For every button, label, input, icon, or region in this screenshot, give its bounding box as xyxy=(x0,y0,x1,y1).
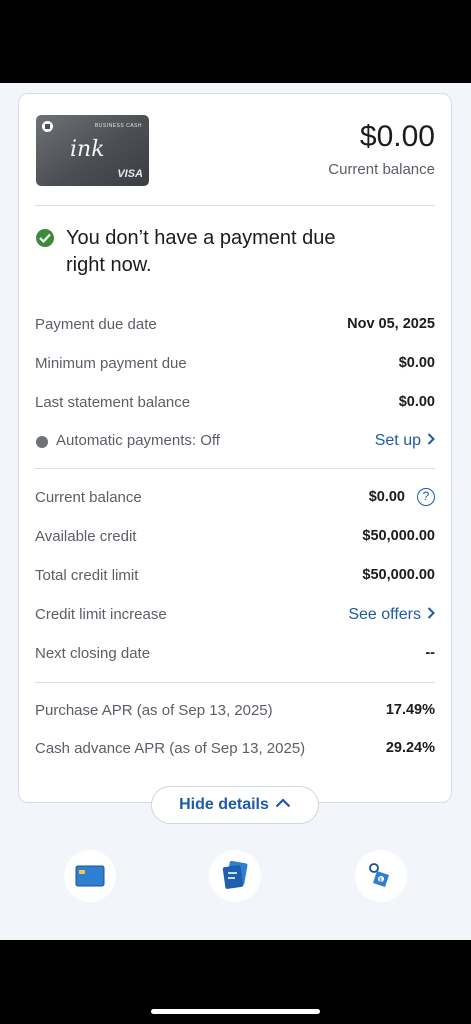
row-value: $0.00 xyxy=(368,489,405,505)
row-label: Available credit xyxy=(35,528,137,545)
chase-logo-icon xyxy=(42,121,53,132)
row-value: Nov 05, 2025 xyxy=(347,316,435,332)
minimum-payment-row: Minimum payment due $0.00 xyxy=(35,355,435,375)
last-statement-row: Last statement balance $0.00 xyxy=(35,394,435,414)
row-label: Payment due date xyxy=(35,316,157,333)
card-image-ink-logo: ink xyxy=(70,137,105,162)
credit-card-image: BUSINESS CASH ink VISA xyxy=(36,115,149,186)
row-value: 29.24% xyxy=(385,740,435,756)
autopay-label: Automatic payments: Off xyxy=(56,432,220,449)
total-credit-limit-row: Total credit limit $50,000.00 xyxy=(35,567,435,587)
row-label: Cash advance APR (as of Sep 13, 2025) xyxy=(35,740,306,757)
set-up-autopay-link[interactable]: Set up xyxy=(375,432,435,450)
current-balance-amount: $0.00 xyxy=(359,120,435,153)
app-screen: BUSINESS CASH ink VISA $0.00 Current bal… xyxy=(0,83,471,1014)
payment-due-date-row: Payment due date Nov 05, 2025 xyxy=(35,316,435,336)
button-label: Hide details xyxy=(179,796,269,813)
divider xyxy=(35,205,435,206)
link-label: See offers xyxy=(348,606,421,623)
svg-text:$: $ xyxy=(379,877,382,883)
purchase-apr-row: Purchase APR (as of Sep 13, 2025) 17.49% xyxy=(35,702,435,722)
no-payment-due-message: You don’t have a payment due right now. xyxy=(66,227,336,276)
card-image-product: BUSINESS CASH xyxy=(94,123,142,129)
row-value: $0.00 xyxy=(398,355,435,371)
row-value: $50,000.00 xyxy=(362,528,435,544)
visa-logo: VISA xyxy=(117,168,143,180)
link-label: Set up xyxy=(374,432,421,449)
chevron-right-icon xyxy=(427,606,435,624)
autopay-row: Automatic payments: Off Set up xyxy=(35,432,435,452)
row-value: -- xyxy=(425,645,435,661)
next-closing-date-row: Next closing date -- xyxy=(35,645,435,665)
card-nav-button[interactable] xyxy=(64,850,116,902)
row-value: $50,000.00 xyxy=(362,567,435,583)
chevron-up-icon xyxy=(275,798,291,808)
check-circle-icon xyxy=(36,229,54,247)
tag-icon: $ xyxy=(369,863,389,887)
document-icon xyxy=(222,861,248,889)
row-label: Total credit limit xyxy=(35,567,139,584)
divider xyxy=(35,468,435,469)
row-label: Credit limit increase xyxy=(35,606,167,623)
row-label: Last statement balance xyxy=(35,394,191,411)
row-value: 17.49% xyxy=(385,702,435,718)
help-icon[interactable]: ? xyxy=(417,488,435,506)
account-details-card: BUSINESS CASH ink VISA $0.00 Current bal… xyxy=(18,93,452,803)
cash-advance-apr-row: Cash advance APR (as of Sep 13, 2025) 29… xyxy=(35,740,435,760)
divider xyxy=(35,682,435,683)
see-offers-link[interactable]: See offers xyxy=(348,606,435,624)
row-label: Minimum payment due xyxy=(35,355,187,372)
row-label: Purchase APR (as of Sep 13, 2025) xyxy=(35,702,273,719)
home-indicator[interactable] xyxy=(151,1009,320,1014)
credit-limit-increase-row: Credit limit increase See offers xyxy=(35,606,435,626)
row-label: Next closing date xyxy=(35,645,151,662)
row-label: Current balance xyxy=(35,489,142,506)
offers-nav-button[interactable]: $ xyxy=(355,850,407,902)
hide-details-button[interactable]: Hide details xyxy=(151,786,319,824)
status-dot-icon xyxy=(36,436,48,448)
card-icon xyxy=(75,865,105,887)
available-credit-row: Available credit $50,000.00 xyxy=(35,528,435,548)
documents-nav-button[interactable] xyxy=(209,850,261,902)
current-balance-label: Current balance xyxy=(328,161,435,178)
row-value: $0.00 xyxy=(398,394,435,410)
chevron-right-icon xyxy=(427,432,435,450)
current-balance-row: Current balance $0.00 ? xyxy=(35,488,435,509)
